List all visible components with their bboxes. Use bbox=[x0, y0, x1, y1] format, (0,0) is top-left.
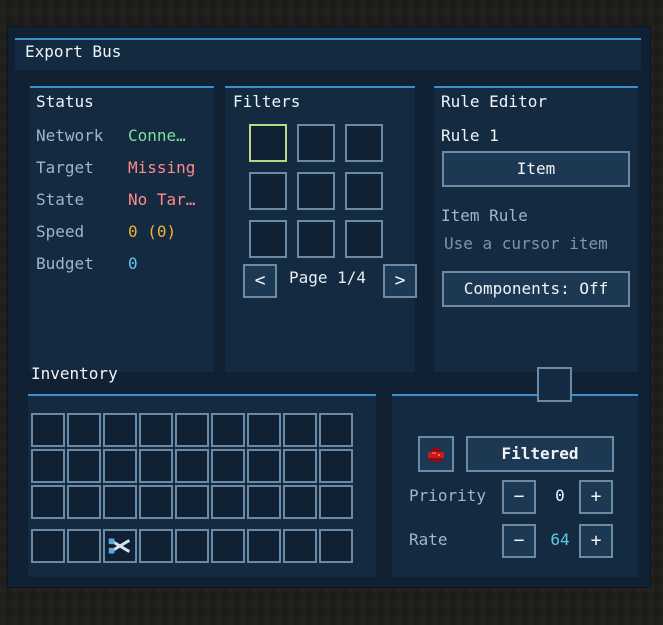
minus-icon: − bbox=[513, 530, 525, 551]
inventory-slot[interactable] bbox=[211, 449, 245, 483]
network-value: Conne… bbox=[128, 126, 186, 145]
hotbar-slot[interactable] bbox=[283, 529, 317, 563]
inventory-slot[interactable] bbox=[283, 449, 317, 483]
status-row-state: State No Tar… bbox=[36, 190, 195, 209]
inventory-slot[interactable] bbox=[67, 485, 101, 519]
window-title: Export Bus bbox=[25, 42, 122, 61]
filter-slot[interactable] bbox=[345, 172, 383, 210]
title-bar: Export Bus bbox=[15, 38, 641, 70]
hotbar-slot[interactable] bbox=[247, 529, 281, 563]
inventory-slot[interactable] bbox=[103, 449, 137, 483]
status-title: Status bbox=[36, 92, 94, 111]
rate-decrease-button[interactable]: − bbox=[502, 524, 536, 558]
target-value: Missing bbox=[128, 158, 196, 177]
hotbar-slot[interactable] bbox=[103, 529, 137, 563]
plus-icon: + bbox=[590, 530, 602, 551]
status-label: Budget bbox=[36, 254, 94, 273]
inventory-slot[interactable] bbox=[247, 449, 281, 483]
budget-value: 0 bbox=[128, 254, 138, 273]
filter-slot[interactable] bbox=[297, 220, 335, 258]
item-rule-label: Item Rule bbox=[441, 206, 528, 225]
status-row-budget: Budget 0 bbox=[36, 254, 138, 273]
status-row-speed: Speed 0 (0) bbox=[36, 222, 176, 241]
page-indicator: Page 1/4 bbox=[289, 268, 367, 287]
rate-label: Rate bbox=[409, 530, 448, 549]
inventory-slot[interactable] bbox=[247, 485, 281, 519]
speed-value: 0 (0) bbox=[128, 222, 177, 241]
plus-icon: + bbox=[590, 486, 602, 507]
inventory-slot[interactable] bbox=[139, 449, 173, 483]
priority-label: Priority bbox=[409, 486, 487, 505]
rule-editor-panel: Rule Editor Rule 1 Item Rule Use a curso… bbox=[434, 86, 638, 372]
inventory-title: Inventory bbox=[31, 364, 118, 383]
redstone-mode-button[interactable] bbox=[418, 436, 454, 472]
inventory-slot[interactable] bbox=[175, 413, 209, 447]
inventory-slot[interactable] bbox=[175, 449, 209, 483]
prev-page-button[interactable]: < bbox=[243, 264, 277, 298]
filter-slot[interactable] bbox=[345, 220, 383, 258]
inventory-slot[interactable] bbox=[31, 485, 65, 519]
filter-slot[interactable] bbox=[249, 220, 287, 258]
upgrade-slot[interactable] bbox=[537, 367, 572, 402]
status-panel: Status Network Conne… Target Missing State… bbox=[30, 86, 214, 372]
inventory-slot[interactable] bbox=[67, 413, 101, 447]
item-button-label: Item bbox=[516, 159, 556, 178]
rule-editor-title: Rule Editor bbox=[441, 92, 547, 111]
priority-decrease-button[interactable]: − bbox=[502, 480, 536, 514]
filters-title: Filters bbox=[233, 92, 301, 111]
priority-increase-button[interactable]: + bbox=[579, 480, 613, 514]
inventory-slot[interactable] bbox=[103, 413, 137, 447]
filter-mode-button[interactable]: Filtered bbox=[466, 436, 614, 472]
status-row-target: Target Missing bbox=[36, 158, 195, 177]
inventory-slot[interactable] bbox=[31, 449, 65, 483]
next-page-button[interactable]: > bbox=[383, 264, 417, 298]
filter-slot[interactable] bbox=[297, 172, 335, 210]
inventory-slot[interactable] bbox=[175, 485, 209, 519]
status-label: Target bbox=[36, 158, 94, 177]
filter-slot-selected[interactable] bbox=[249, 124, 287, 162]
inventory-slot[interactable] bbox=[103, 485, 137, 519]
hotbar-slot[interactable] bbox=[319, 529, 353, 563]
filter-slot[interactable] bbox=[249, 172, 287, 210]
minus-icon: − bbox=[513, 486, 525, 507]
priority-value: 0 bbox=[555, 486, 565, 505]
inventory-slot[interactable] bbox=[139, 485, 173, 519]
rate-increase-button[interactable]: + bbox=[579, 524, 613, 558]
status-label: State bbox=[36, 190, 85, 209]
inventory-slot[interactable] bbox=[319, 413, 353, 447]
components-button-label: Components: Off bbox=[463, 279, 609, 298]
status-label: Speed bbox=[36, 222, 85, 241]
inventory-slot[interactable] bbox=[283, 485, 317, 519]
hotbar-slot[interactable] bbox=[31, 529, 65, 563]
chevron-right-icon: > bbox=[394, 270, 406, 291]
hotbar-slot[interactable] bbox=[139, 529, 173, 563]
inventory-slot[interactable] bbox=[139, 413, 173, 447]
inventory-slot[interactable] bbox=[67, 449, 101, 483]
rule-name: Rule 1 bbox=[441, 126, 499, 145]
filter-slot[interactable] bbox=[345, 124, 383, 162]
rate-value: 64 bbox=[550, 530, 570, 549]
redstone-dust-icon bbox=[428, 448, 444, 462]
filter-mode-label: Filtered bbox=[501, 444, 579, 463]
item-rule-hint: Use a cursor item bbox=[444, 234, 608, 253]
inventory-slot[interactable] bbox=[247, 413, 281, 447]
hotbar-slot[interactable] bbox=[67, 529, 101, 563]
hotbar-slot[interactable] bbox=[175, 529, 209, 563]
components-toggle-button[interactable]: Components: Off bbox=[442, 271, 630, 307]
status-row-network: Network Conne… bbox=[36, 126, 186, 145]
inventory-slot[interactable] bbox=[319, 449, 353, 483]
filter-slot[interactable] bbox=[297, 124, 335, 162]
inventory-slot[interactable] bbox=[319, 485, 353, 519]
state-value: No Tar… bbox=[128, 190, 196, 209]
inventory-slot[interactable] bbox=[211, 485, 245, 519]
chevron-left-icon: < bbox=[254, 270, 266, 291]
status-label: Network bbox=[36, 126, 104, 145]
shears-icon bbox=[108, 538, 131, 554]
item-button[interactable]: Item bbox=[442, 151, 630, 187]
inventory-slot[interactable] bbox=[211, 413, 245, 447]
hotbar-slot[interactable] bbox=[211, 529, 245, 563]
inventory-slot[interactable] bbox=[31, 413, 65, 447]
inventory-slot[interactable] bbox=[283, 413, 317, 447]
